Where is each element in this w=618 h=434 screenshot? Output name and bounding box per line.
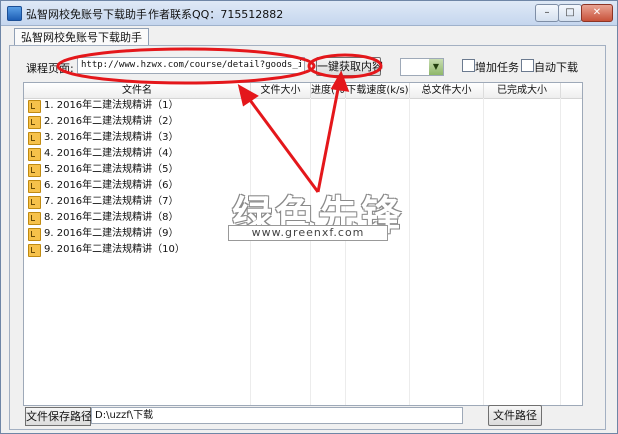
file-path-button[interactable]: 文件路径 — [488, 405, 542, 426]
column-header-speed[interactable]: 下载速度(k/s) — [346, 83, 410, 98]
file-icon — [28, 196, 41, 209]
window-title: 弘智网校免账号下载助手 — [26, 8, 147, 21]
column-header-total-size[interactable]: 总文件大小 — [410, 83, 484, 98]
author-contact: 作者联系QQ：715512882 — [148, 8, 284, 21]
list-item[interactable]: 5. 2016年二建法规精讲（5） — [24, 162, 250, 178]
add-task-label[interactable]: 增加任务 — [475, 59, 519, 75]
maximize-button[interactable]: □ — [558, 4, 582, 22]
list-item-label: 8. 2016年二建法规精讲（8） — [44, 212, 179, 223]
list-item-label: 9. 2016年二建法规精讲（10） — [44, 244, 185, 255]
file-icon — [28, 132, 41, 145]
column-header-filename[interactable]: 文件名 — [24, 83, 251, 98]
column-divider — [310, 98, 311, 405]
list-item-label: 2. 2016年二建法规精讲（2） — [44, 116, 179, 127]
list-item[interactable]: 9. 2016年二建法规精讲（10） — [24, 242, 250, 258]
list-item-label: 1. 2016年二建法规精讲（1） — [44, 100, 179, 111]
minimize-button[interactable]: – — [535, 4, 559, 22]
close-button[interactable]: ✕ — [581, 4, 613, 22]
list-item-label: 3. 2016年二建法规精讲（3） — [44, 132, 179, 143]
file-icon — [28, 100, 41, 113]
column-divider — [483, 98, 484, 405]
column-divider — [409, 98, 410, 405]
list-item[interactable]: 8. 2016年二建法规精讲（8） — [24, 210, 250, 226]
file-icon — [28, 212, 41, 225]
list-item[interactable]: 6. 2016年二建法规精讲（6） — [24, 178, 250, 194]
column-header-filesize[interactable]: 文件大小 — [251, 83, 311, 98]
save-path-label: 文件保存路径: — [25, 407, 96, 426]
column-header-progress[interactable]: 进度(%) — [311, 83, 346, 98]
column-divider — [345, 98, 346, 405]
option-dropdown[interactable]: ▼ — [400, 58, 444, 76]
title-bar[interactable]: 弘智网校免账号下载助手 作者联系QQ：715512882 – □ ✕ — [1, 1, 617, 26]
list-item[interactable]: 2. 2016年二建法规精讲（2） — [24, 114, 250, 130]
list-item[interactable]: 4. 2016年二建法规精讲（4） — [24, 146, 250, 162]
file-icon — [28, 244, 41, 257]
watermark-url: www.greenxf.com — [228, 225, 388, 241]
column-divider — [250, 98, 251, 405]
file-icon — [28, 116, 41, 129]
file-list-header: 文件名 文件大小 进度(%) 下载速度(k/s) 总文件大小 已完成大小 — [24, 83, 582, 99]
app-icon — [7, 6, 22, 21]
save-path-input[interactable] — [91, 407, 463, 424]
tab-main[interactable]: 弘智网校免账号下载助手 — [14, 28, 149, 46]
auto-download-label[interactable]: 自动下载 — [534, 59, 578, 75]
column-divider — [560, 98, 561, 405]
auto-download-checkbox[interactable] — [521, 59, 534, 72]
list-item-label: 4. 2016年二建法规精讲（4） — [44, 148, 179, 159]
list-item-label: 9. 2016年二建法规精讲（9） — [44, 228, 179, 239]
file-list[interactable]: 文件名 文件大小 进度(%) 下载速度(k/s) 总文件大小 已完成大小 1. … — [23, 82, 583, 406]
add-task-checkbox[interactable] — [462, 59, 475, 72]
course-page-label: 课程页面: — [26, 62, 74, 75]
fetch-content-button[interactable]: 一键获取内容 — [316, 57, 383, 76]
column-header-completed-size[interactable]: 已完成大小 — [484, 83, 561, 98]
file-icon — [28, 148, 41, 161]
course-url-input[interactable] — [77, 57, 305, 74]
chevron-down-icon[interactable]: ▼ — [429, 59, 443, 75]
list-item[interactable]: 3. 2016年二建法规精讲（3） — [24, 130, 250, 146]
file-icon — [28, 164, 41, 177]
file-icon — [28, 228, 41, 241]
file-icon — [28, 180, 41, 193]
list-item[interactable]: 1. 2016年二建法规精讲（1） — [24, 98, 250, 114]
list-item[interactable]: 7. 2016年二建法规精讲（7） — [24, 194, 250, 210]
list-item-label: 6. 2016年二建法规精讲（6） — [44, 180, 179, 191]
list-item-label: 5. 2016年二建法规精讲（5） — [44, 164, 179, 175]
list-item[interactable]: 9. 2016年二建法规精讲（9） — [24, 226, 250, 242]
list-item-label: 7. 2016年二建法规精讲（7） — [44, 196, 179, 207]
